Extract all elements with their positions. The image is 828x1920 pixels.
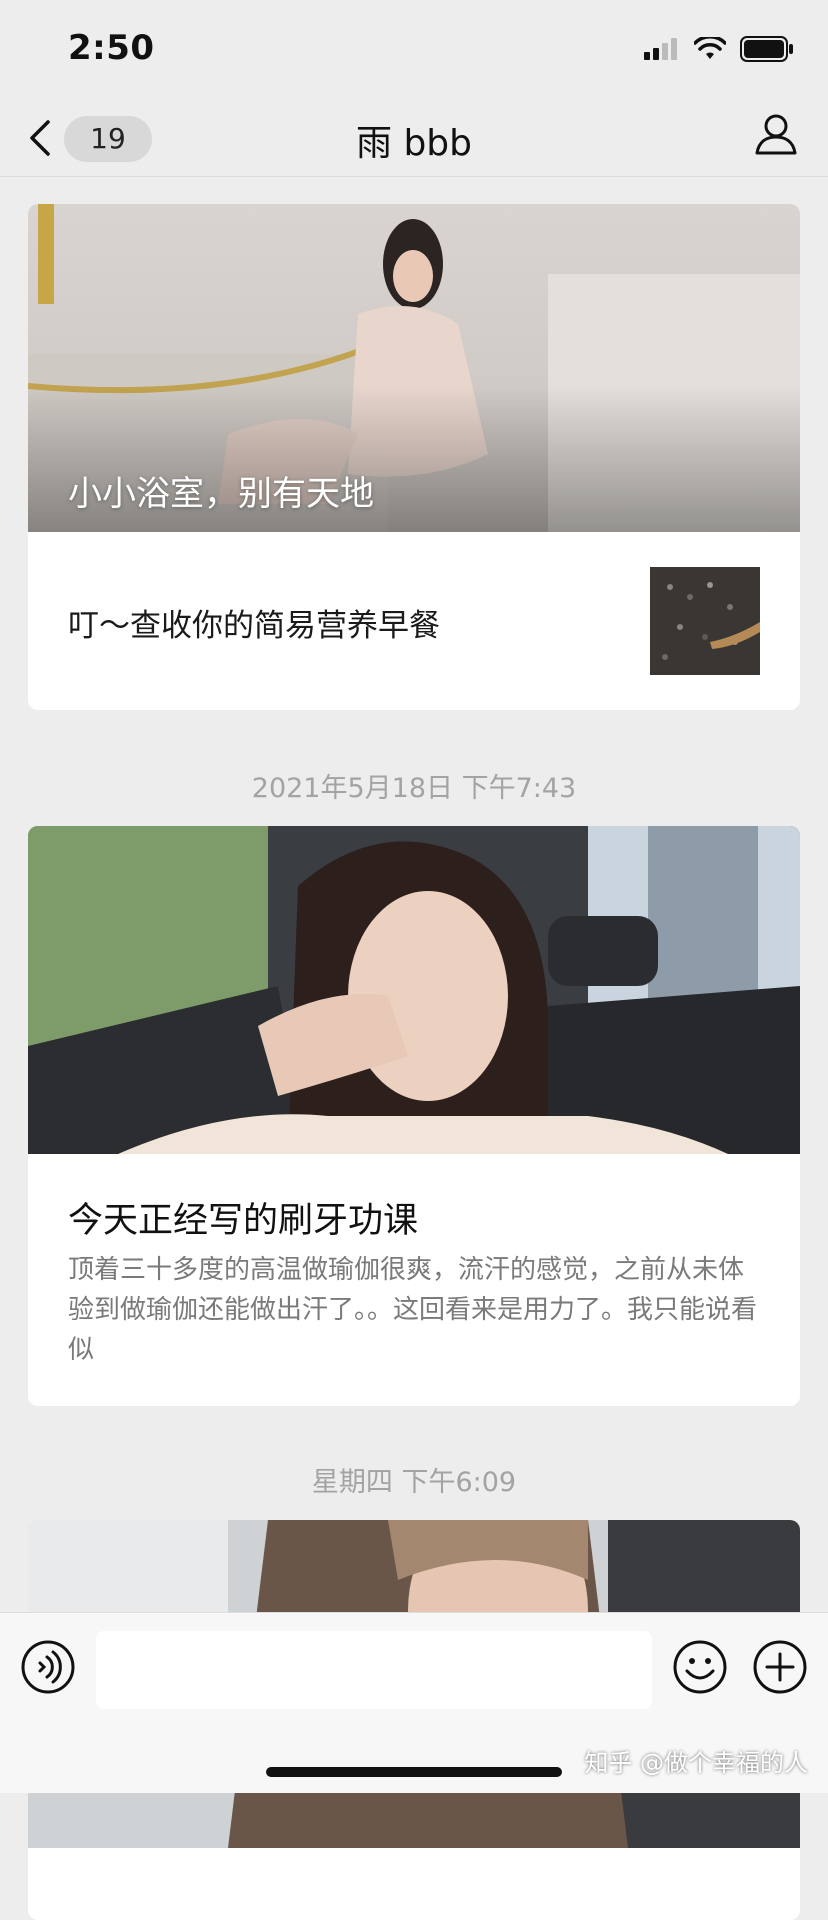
emoji-icon[interactable]	[672, 1639, 728, 1695]
nav-bar: 19 雨 bbb	[0, 100, 828, 177]
cover-title: 小小浴室，别有天地	[68, 474, 374, 514]
article-list-item[interactable]: 叮～查收你的简易营养早餐	[28, 532, 800, 710]
page-title: 雨 bbb	[356, 123, 472, 164]
battery-icon	[740, 36, 793, 62]
status-icons	[644, 34, 794, 64]
cover-image[interactable]	[28, 826, 800, 1154]
car-selfie-photo	[28, 826, 800, 1154]
signal-icon	[644, 38, 677, 60]
status-time: 2:50	[68, 28, 155, 68]
article-summary: 顶着三十多度的高温做瑜伽很爽，流汗的感觉，之前从未体验到做瑜伽还能做出汗了。。这…	[68, 1255, 758, 1365]
wifi-icon	[694, 37, 726, 59]
watermark: 知乎 @做个幸福的人	[584, 1749, 808, 1777]
home-indicator[interactable]	[266, 1767, 562, 1777]
article-card[interactable]: 小小浴室，别有天地 叮～查收你的简易营养早餐	[28, 204, 800, 710]
message-timestamp: 2021年5月18日 下午7:43	[251, 773, 577, 804]
article-card[interactable]: 今天正经写的刷牙功课 顶着三十多度的高温做瑜伽很爽，流汗的感觉，之前从未体验到做…	[28, 826, 800, 1406]
voice-icon[interactable]	[20, 1639, 76, 1695]
input-bar: 知乎 @做个幸福的人	[0, 1612, 828, 1793]
person-icon[interactable]	[754, 112, 798, 156]
plus-icon[interactable]	[752, 1639, 808, 1695]
cover-image[interactable]: 小小浴室，别有天地	[28, 204, 800, 532]
message-input[interactable]	[96, 1631, 652, 1709]
seeds-thumbnail	[650, 567, 760, 675]
status-bar: 2:50	[0, 0, 828, 100]
message-timestamp: 星期四 下午6:09	[311, 1467, 517, 1498]
article-title: 今天正经写的刷牙功课	[68, 1201, 419, 1241]
article-item-title: 叮～查收你的简易营养早餐	[68, 608, 440, 644]
